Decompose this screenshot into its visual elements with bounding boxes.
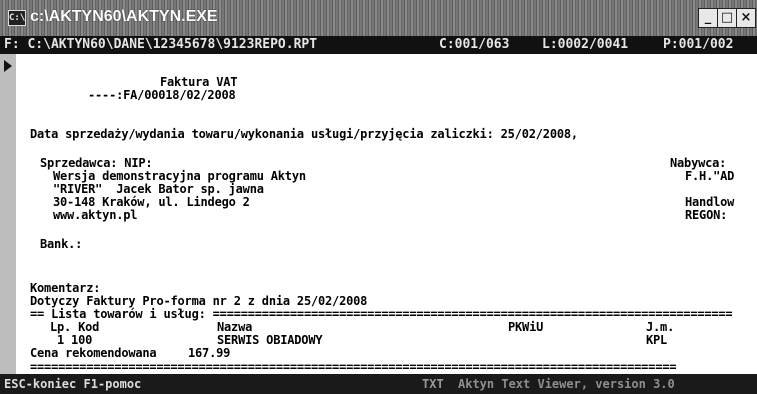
item-nazwa: SERWIS OBIADOWY: [217, 333, 323, 347]
viewer-status-bar: F: C:\AKTYN60\DANE\12345678\9123REPO.RPT…: [0, 36, 757, 54]
line-indicator: L:0002/0041: [542, 37, 629, 52]
view-mode: TXT: [422, 377, 444, 391]
page-indicator: P:001/002: [663, 37, 734, 52]
invoice-number: ----:FA/00018/02/2008: [88, 88, 236, 102]
buyer-line: F.H."AD: [685, 169, 735, 183]
bank-label: Bank.:: [40, 237, 83, 251]
column-pkwiu: PKWiU: [508, 320, 544, 334]
left-gutter: [0, 54, 17, 374]
key-help-bar: ESC-koniec F1-pomoc TXT Aktyn Text Viewe…: [0, 374, 757, 394]
console-window: C:\ c:\AKTYN60\AKTYN.EXE _ □ × F: C:\AKT…: [0, 0, 757, 394]
buyer-line: REGON:: [685, 208, 728, 222]
recommended-price-value: 167.99: [188, 346, 231, 360]
minimize-button[interactable]: _: [698, 8, 718, 28]
maximize-button[interactable]: □: [717, 8, 737, 28]
recommended-price-label: Cena rekomendowana: [30, 346, 157, 360]
column-indicator: C:001/063: [439, 37, 510, 52]
separator-line: ========================================…: [30, 360, 677, 374]
title-bar[interactable]: C:\ c:\AKTYN60\AKTYN.EXE _ □ ×: [0, 0, 757, 37]
viewer-version: Aktyn Text Viewer, version 3.0: [458, 377, 675, 391]
file-path: F: C:\AKTYN60\DANE\12345678\9123REPO.RPT: [4, 37, 318, 52]
item-jm: KPL: [646, 333, 668, 347]
console-icon[interactable]: C:\: [8, 10, 26, 26]
key-help[interactable]: ESC-koniec F1-pomoc: [4, 374, 141, 394]
sale-date-line: Data sprzedaży/wydania towaru/wykonania …: [30, 127, 578, 141]
cursor-arrow-icon: [4, 60, 12, 72]
items-header: == Lista towarów i usług: ==============…: [30, 307, 733, 321]
document-view[interactable]: Faktura VAT ----:FA/00018/02/2008 Data s…: [16, 54, 757, 374]
window-title: c:\AKTYN60\AKTYN.EXE: [30, 8, 218, 25]
close-button[interactable]: ×: [736, 8, 756, 28]
seller-line: www.aktyn.pl: [53, 208, 138, 222]
